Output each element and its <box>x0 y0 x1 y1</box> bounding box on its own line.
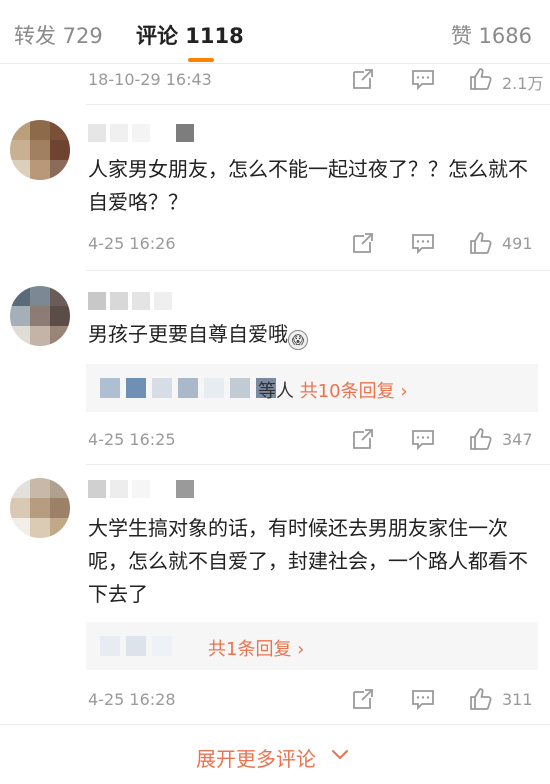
comment-text: 人家男女朋友，怎么不能一起过夜了？？怎么就不自爱咯？？ <box>88 157 528 214</box>
share-icon[interactable] <box>350 230 376 256</box>
like-count: 491 <box>502 234 533 253</box>
reply-preview[interactable]: 共1条回复 › <box>86 622 538 670</box>
reply-preview[interactable]: 等人 共10条回复 › <box>86 364 538 412</box>
tab-comments[interactable]: 评论 1118 <box>136 20 244 50</box>
tab-likes[interactable]: 赞 1686 <box>451 20 532 50</box>
avatar[interactable] <box>10 286 70 346</box>
reply-people-label: 等人 <box>258 381 294 402</box>
like-count: 347 <box>502 430 533 449</box>
username-obscured[interactable] <box>88 480 194 500</box>
tab-reposts[interactable]: 转发 729 <box>14 20 103 50</box>
comment-actions: 4-25 16:26 491 <box>0 228 550 258</box>
avatar[interactable] <box>10 478 70 538</box>
share-icon[interactable] <box>350 426 376 452</box>
like-icon[interactable] <box>468 66 494 92</box>
comment-actions: 18-10-29 16:43 2.1万 <box>0 64 550 94</box>
comment-time: 4-25 16:26 <box>88 234 176 253</box>
comment-tabs: 转发 729 评论 1118 赞 1686 <box>0 0 550 64</box>
like-icon[interactable] <box>468 230 494 256</box>
comment-actions: 4-25 16:25 347 <box>0 424 550 454</box>
share-icon[interactable] <box>350 66 376 92</box>
view-replies-link[interactable]: 共1条回复 › <box>208 639 304 660</box>
share-icon[interactable] <box>350 686 376 712</box>
comment-actions: 4-25 16:28 311 <box>0 684 550 714</box>
reply-summary[interactable]: 等人 共10条回复 › <box>258 377 408 403</box>
comment-time: 4-25 16:25 <box>88 430 176 449</box>
replier-names-obscured <box>100 636 172 656</box>
comment-time: 18-10-29 16:43 <box>88 70 212 89</box>
active-tab-indicator <box>188 58 214 62</box>
chevron-down-icon <box>330 747 350 763</box>
divider <box>86 270 550 271</box>
divider <box>86 464 550 465</box>
username-obscured[interactable] <box>88 124 194 144</box>
load-more-label[interactable]: 展开更多评论 <box>196 743 316 772</box>
like-icon[interactable] <box>468 686 494 712</box>
comment-text: 大学生搞对象的话，有时候还去男朋友家住一次呢，怎么就不自爱了，封建社会，一个路人… <box>88 516 528 606</box>
comment-time: 4-25 16:28 <box>88 690 176 709</box>
shocked-emoji-icon: 😱 <box>288 330 308 350</box>
comment-text: 男孩子更要自尊自爱哦 😱 <box>88 318 538 351</box>
reply-icon[interactable] <box>410 426 436 452</box>
username-obscured[interactable] <box>88 292 172 312</box>
like-count: 2.1万 <box>502 74 544 93</box>
divider <box>86 104 550 105</box>
like-icon[interactable] <box>468 426 494 452</box>
reply-summary[interactable]: 共1条回复 › <box>208 635 304 661</box>
reply-icon[interactable] <box>410 230 436 256</box>
comment-text-body: 男孩子更要自尊自爱哦 <box>88 322 288 346</box>
reply-icon[interactable] <box>410 66 436 92</box>
load-more-comments[interactable]: 展开更多评论 <box>0 724 550 784</box>
reply-icon[interactable] <box>410 686 436 712</box>
like-count: 311 <box>502 690 533 709</box>
view-replies-link[interactable]: 共10条回复 › <box>300 381 408 402</box>
replier-names-obscured <box>100 378 276 398</box>
avatar[interactable] <box>10 120 70 180</box>
